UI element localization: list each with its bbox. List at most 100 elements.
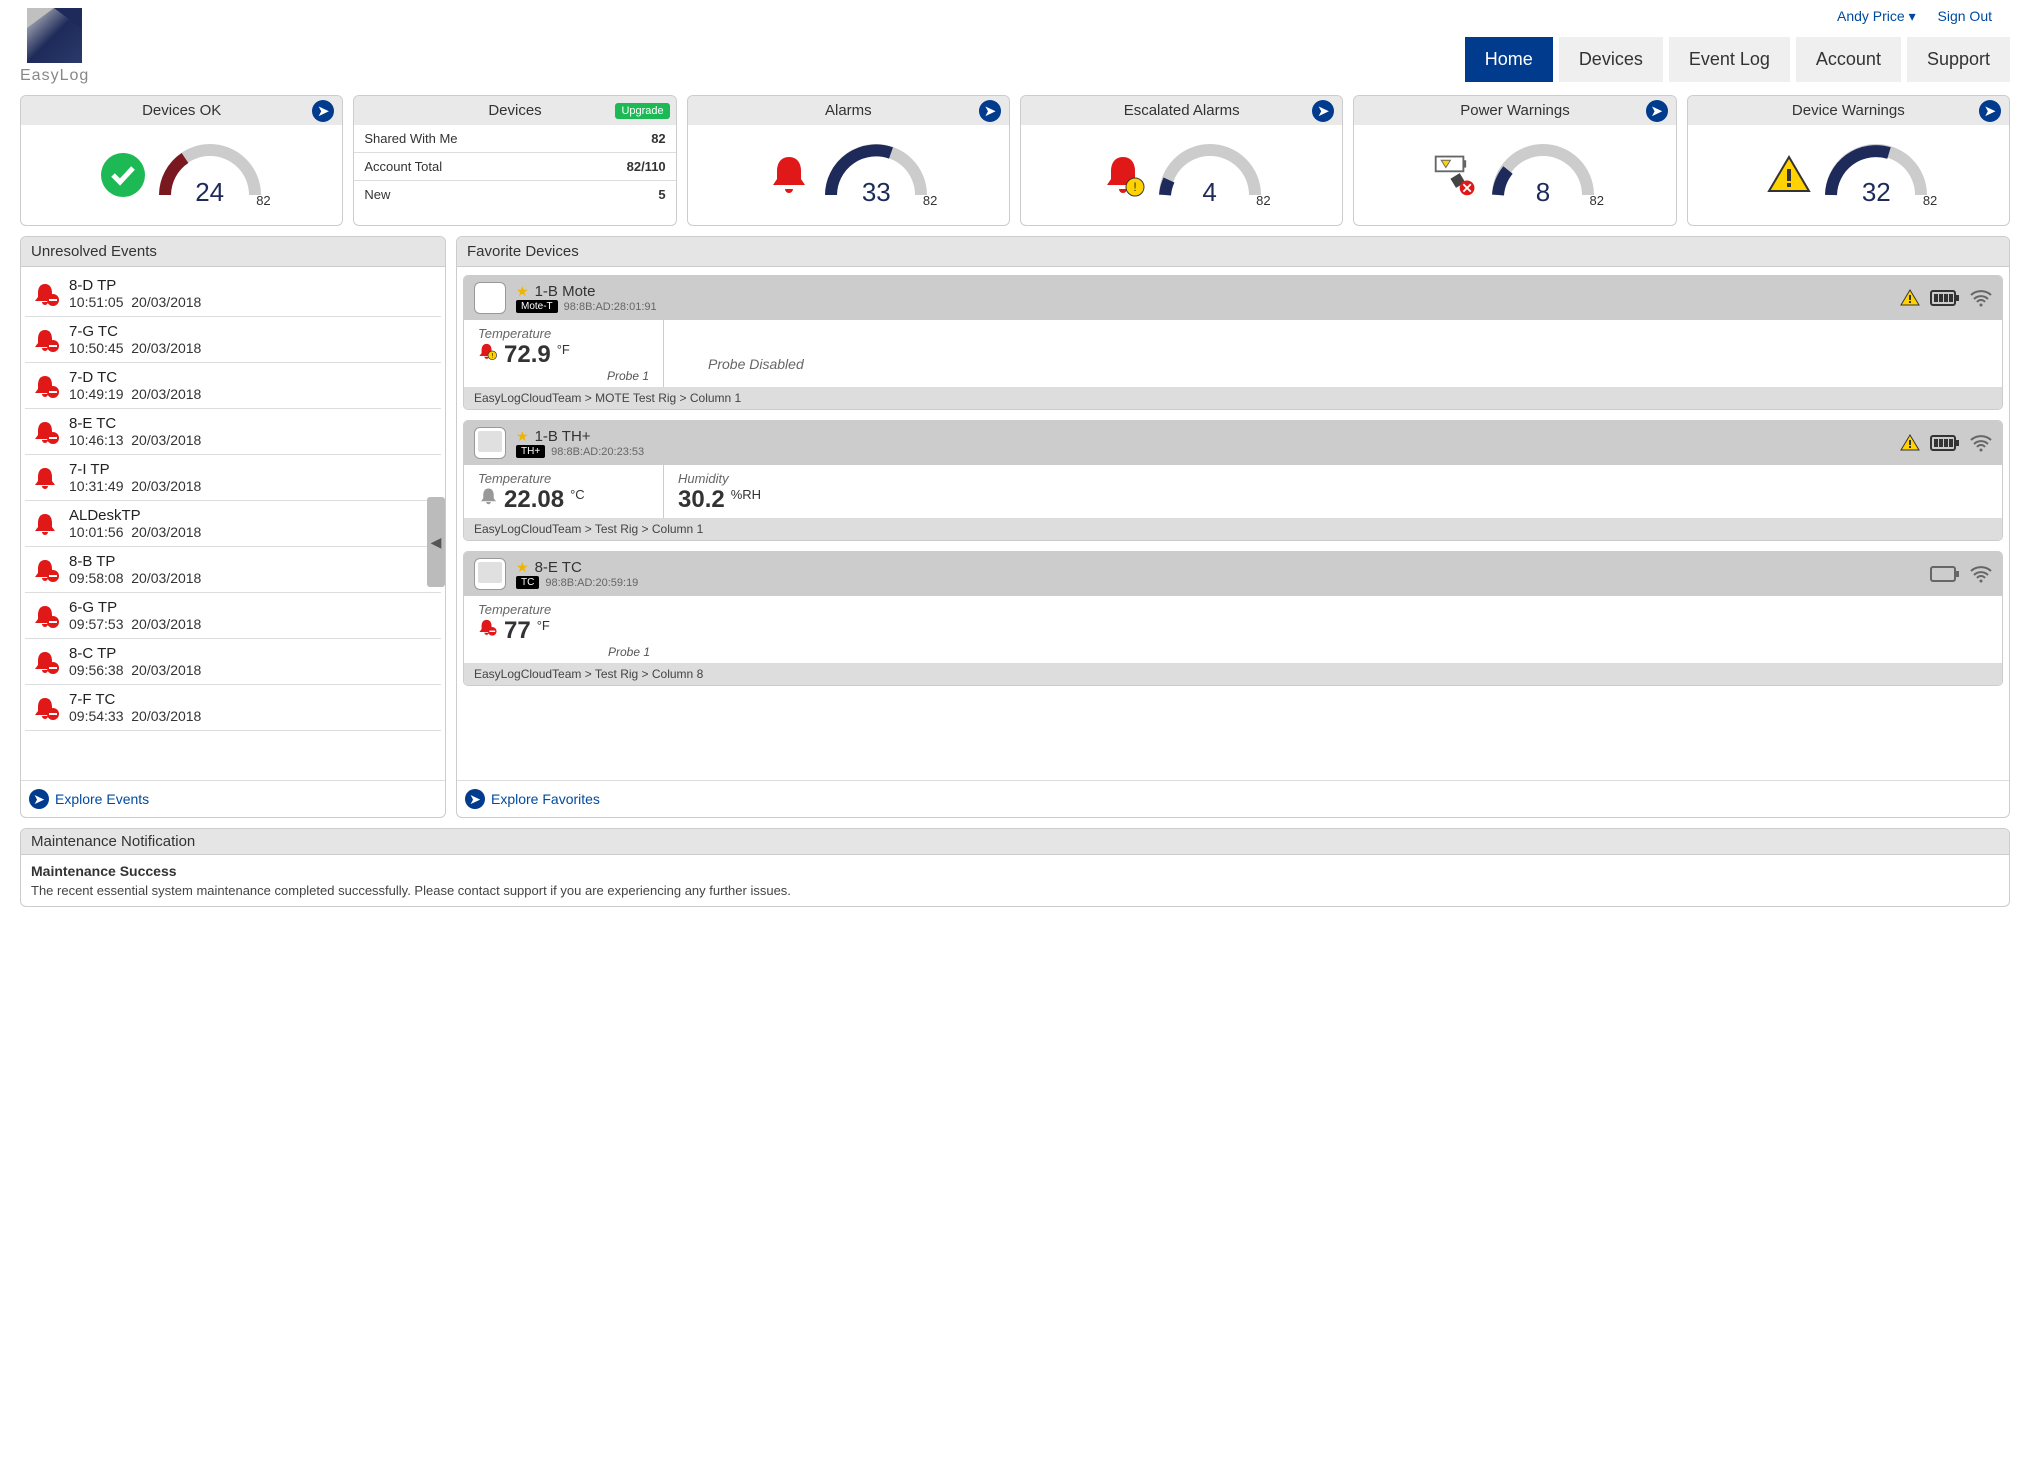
scroll-collapse-handle[interactable]: ◀ bbox=[427, 497, 445, 587]
nav-devices[interactable]: Devices bbox=[1559, 37, 1663, 82]
event-name: 7-F TC bbox=[69, 691, 201, 708]
event-time: 10:51:05 20/03/2018 bbox=[69, 294, 201, 310]
event-name: 8-D TP bbox=[69, 277, 201, 294]
event-time: 10:01:56 20/03/2018 bbox=[69, 524, 201, 540]
wifi-icon bbox=[1970, 434, 1992, 452]
event-name: 7-D TC bbox=[69, 369, 201, 386]
device-mac: 98:8B:AD:20:59:19 bbox=[545, 577, 638, 589]
alarm-bell-icon bbox=[33, 374, 61, 398]
reading-alarm-icon bbox=[478, 487, 498, 507]
logo-text: EasyLog bbox=[20, 67, 89, 85]
card-escalated-alarms[interactable]: Escalated Alarms➤ ! 4 82 bbox=[1020, 95, 1343, 226]
device-status-icons bbox=[1900, 434, 1992, 452]
star-icon[interactable]: ★ bbox=[516, 283, 529, 300]
event-time: 10:49:19 20/03/2018 bbox=[69, 386, 201, 402]
nav-home[interactable]: Home bbox=[1465, 37, 1553, 82]
maintenance-header: Maintenance Notification bbox=[21, 829, 2009, 855]
nav-arrow-icon[interactable]: ➤ bbox=[312, 100, 334, 122]
nav-arrow-icon[interactable]: ➤ bbox=[1646, 100, 1668, 122]
logo-cube-icon bbox=[27, 8, 82, 63]
device-name: 8-E TC bbox=[535, 559, 582, 576]
reading-alarm-icon bbox=[478, 618, 498, 638]
event-name: ALDeskTP bbox=[69, 507, 201, 524]
event-item[interactable]: 8-B TP09:58:08 20/03/2018 bbox=[25, 547, 441, 593]
event-item[interactable]: 7-F TC09:54:33 20/03/2018 bbox=[25, 685, 441, 731]
nav-arrow-icon[interactable]: ➤ bbox=[979, 100, 1001, 122]
device-type-badge: TC bbox=[516, 576, 539, 589]
logo[interactable]: EasyLog bbox=[20, 8, 89, 85]
event-item[interactable]: 6-G TP09:57:53 20/03/2018 bbox=[25, 593, 441, 639]
user-menu[interactable]: Andy Price ▾ bbox=[1837, 8, 1916, 24]
bell-icon bbox=[765, 151, 813, 199]
device-mac: 98:8B:AD:28:01:91 bbox=[564, 301, 657, 313]
maintenance-title: Maintenance Success bbox=[31, 863, 1999, 879]
event-name: 7-G TC bbox=[69, 323, 201, 340]
warning-triangle-icon bbox=[1765, 151, 1813, 199]
event-item[interactable]: 8-C TP09:56:38 20/03/2018 bbox=[25, 639, 441, 685]
event-name: 8-E TC bbox=[69, 415, 201, 432]
nav-event-log[interactable]: Event Log bbox=[1669, 37, 1790, 82]
reading-alarm-icon: ! bbox=[478, 342, 498, 362]
event-time: 10:31:49 20/03/2018 bbox=[69, 478, 201, 494]
device-type-badge: TH+ bbox=[516, 445, 545, 458]
device-name: 1-B TH+ bbox=[535, 428, 591, 445]
event-item[interactable]: 8-E TC10:46:13 20/03/2018 bbox=[25, 409, 441, 455]
nav-arrow-icon[interactable]: ➤ bbox=[1312, 100, 1334, 122]
power-warning-icon bbox=[1432, 151, 1480, 199]
nav-account[interactable]: Account bbox=[1796, 37, 1901, 82]
explore-events-link[interactable]: ➤Explore Events bbox=[29, 789, 437, 809]
favorite-device[interactable]: ★ 1-B MoteMote-T 98:8B:AD:28:01:91 Temperat… bbox=[463, 275, 2003, 410]
maintenance-panel: Maintenance Notification Maintenance Suc… bbox=[20, 828, 2010, 907]
reading: Temperature77°FProbe 1 bbox=[464, 596, 664, 663]
card-devices-ok[interactable]: Devices OK➤ 24 82 bbox=[20, 95, 343, 226]
device-image-icon bbox=[474, 427, 506, 459]
device-image-icon bbox=[474, 558, 506, 590]
event-name: 6-G TP bbox=[69, 599, 201, 616]
bell-warning-icon: ! bbox=[1099, 151, 1147, 199]
svg-text:!: ! bbox=[491, 352, 493, 359]
device-status-icons bbox=[1930, 565, 1992, 583]
check-circle-icon bbox=[99, 151, 147, 199]
reading: Temperature22.08°C bbox=[464, 465, 664, 518]
event-item[interactable]: 7-G TC10:50:45 20/03/2018 bbox=[25, 317, 441, 363]
card-devices[interactable]: DevicesUpgrade Shared With Me82Account T… bbox=[353, 95, 676, 226]
reading: Temperature!72.9°FProbe 1 bbox=[464, 320, 664, 387]
event-item[interactable]: 8-D TP10:51:05 20/03/2018 bbox=[25, 271, 441, 317]
alarm-bell-icon bbox=[33, 604, 61, 628]
reading: Humidity30.2%RH bbox=[664, 465, 864, 518]
event-item[interactable]: 7-I TP10:31:49 20/03/2018 bbox=[25, 455, 441, 501]
favorite-devices-panel: Favorite Devices ★ 1-B MoteMote-T 98:8B:AD… bbox=[456, 236, 2010, 818]
device-mac: 98:8B:AD:20:23:53 bbox=[551, 446, 644, 458]
upgrade-button[interactable]: Upgrade bbox=[615, 103, 669, 119]
event-name: 8-C TP bbox=[69, 645, 201, 662]
event-time: 09:56:38 20/03/2018 bbox=[69, 662, 201, 678]
favorite-device[interactable]: ★ 1-B TH+TH+ 98:8B:AD:20:23:53 Temperature2… bbox=[463, 420, 2003, 541]
nav-support[interactable]: Support bbox=[1907, 37, 2010, 82]
unresolved-events-panel: Unresolved Events 8-D TP10:51:05 20/03/2… bbox=[20, 236, 446, 818]
wifi-icon bbox=[1970, 565, 1992, 583]
event-item[interactable]: ALDeskTP10:01:56 20/03/2018 bbox=[25, 501, 441, 547]
event-item[interactable]: 7-D TC10:49:19 20/03/2018 bbox=[25, 363, 441, 409]
alarm-bell-icon bbox=[33, 696, 61, 720]
event-time: 09:58:08 20/03/2018 bbox=[69, 570, 201, 586]
device-name: 1-B Mote bbox=[535, 283, 596, 300]
sign-out-link[interactable]: Sign Out bbox=[1938, 8, 1992, 24]
explore-favorites-link[interactable]: ➤Explore Favorites bbox=[465, 789, 2001, 809]
device-breadcrumb: EasyLogCloudTeam > Test Rig > Column 8 bbox=[464, 663, 2002, 685]
card-device-warnings[interactable]: Device Warnings➤ 32 82 bbox=[1687, 95, 2010, 226]
nav-arrow-icon: ➤ bbox=[29, 789, 49, 809]
nav-arrow-icon[interactable]: ➤ bbox=[1979, 100, 2001, 122]
device-status-icons bbox=[1900, 289, 1992, 307]
star-icon[interactable]: ★ bbox=[516, 428, 529, 445]
devices-row: Shared With Me82 bbox=[354, 125, 675, 153]
card-alarms[interactable]: Alarms➤ 33 82 bbox=[687, 95, 1010, 226]
device-type-badge: Mote-T bbox=[516, 300, 558, 313]
svg-text:!: ! bbox=[1133, 180, 1136, 194]
star-icon[interactable]: ★ bbox=[516, 559, 529, 576]
favorite-device[interactable]: ★ 8-E TCTC 98:8B:AD:20:59:19 Temperature77°… bbox=[463, 551, 2003, 686]
maintenance-text: The recent essential system maintenance … bbox=[31, 883, 1999, 898]
card-power-warnings[interactable]: Power Warnings➤ 8 82 bbox=[1353, 95, 1676, 226]
event-time: 09:57:53 20/03/2018 bbox=[69, 616, 201, 632]
probe-disabled: Probe Disabled bbox=[678, 326, 850, 376]
panel-title: Favorite Devices bbox=[457, 237, 2009, 267]
